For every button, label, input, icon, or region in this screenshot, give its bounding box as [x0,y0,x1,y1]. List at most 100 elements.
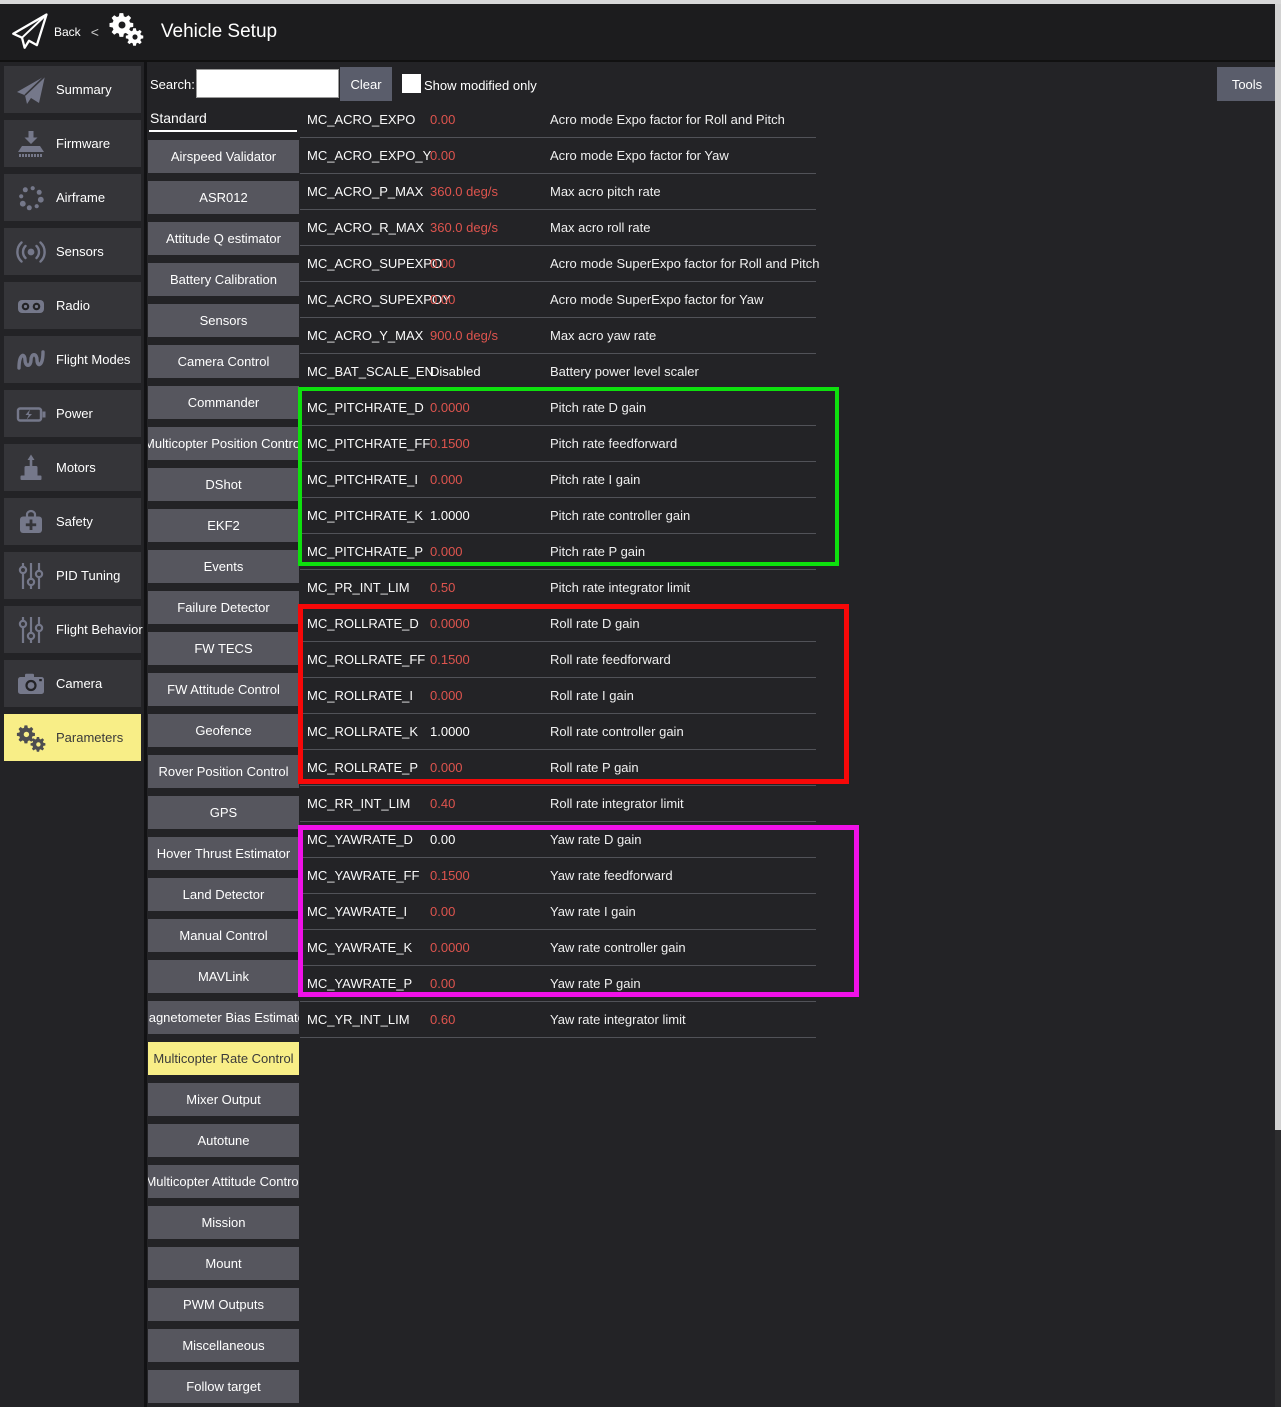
sidebar-item-label: Airframe [56,190,105,205]
param-name: MC_PITCHRATE_FF [307,436,430,451]
param-value: 0.1500 [430,868,470,883]
param-name: MC_ROLLRATE_I [307,688,413,703]
sidebar-item-label: Radio [56,298,90,313]
param-row-mc_acro_supexpo[interactable]: MC_ACRO_SUPEXPO0.00Acro mode SuperExpo f… [300,246,816,282]
group-item-land-detector[interactable]: Land Detector [148,878,299,911]
group-item-magnetometer-bias-estimator[interactable]: Magnetometer Bias Estimator [148,1001,299,1034]
group-item-pwm-outputs[interactable]: PWM Outputs [148,1288,299,1321]
param-row-mc_pitchrate_ff[interactable]: MC_PITCHRATE_FF0.1500Pitch rate feedforw… [300,426,816,462]
clear-button[interactable]: Clear [340,67,392,101]
param-name: MC_ACRO_SUPEXPO [307,256,442,271]
group-item-mount[interactable]: Mount [148,1247,299,1280]
sidebar-item-sensors[interactable]: Sensors [4,228,141,275]
param-name: MC_YAWRATE_D [307,832,413,847]
group-item-mission[interactable]: Mission [148,1206,299,1239]
param-row-mc_yawrate_d[interactable]: MC_YAWRATE_D0.00Yaw rate D gain [300,822,816,858]
param-value: 0.60 [430,1012,455,1027]
group-item-commander[interactable]: Commander [148,386,299,419]
param-row-mc_yawrate_p[interactable]: MC_YAWRATE_P0.00Yaw rate P gain [300,966,816,1002]
scrollbar-track[interactable] [1275,4,1281,1407]
search-input[interactable] [196,69,339,98]
group-item-battery-calibration[interactable]: Battery Calibration [148,263,299,296]
group-item-multicopter-rate-control[interactable]: Multicopter Rate Control [148,1042,299,1075]
firmware-icon [12,126,50,162]
group-item-miscellaneous[interactable]: Miscellaneous [148,1329,299,1362]
param-row-mc_pr_int_lim[interactable]: MC_PR_INT_LIM0.50Pitch rate integrator l… [300,570,816,606]
param-description: Pitch rate D gain [550,400,646,415]
sidebar-item-radio[interactable]: Radio [4,282,141,329]
group-item-follow-target[interactable]: Follow target [148,1370,299,1403]
sidebar-item-label: Sensors [56,244,104,259]
group-item-failure-detector[interactable]: Failure Detector [148,591,299,624]
group-item-gps[interactable]: GPS [148,796,299,829]
sidebar-item-power[interactable]: Power [4,390,141,437]
param-row-mc_yawrate_k[interactable]: MC_YAWRATE_K0.0000Yaw rate controller ga… [300,930,816,966]
motors-icon [12,450,50,486]
sidebar-item-camera[interactable]: Camera [4,660,141,707]
group-header-standard[interactable]: Standard [150,110,207,126]
group-item-hover-thrust-estimator[interactable]: Hover Thrust Estimator [148,837,299,870]
param-description: Pitch rate P gain [550,544,645,559]
group-item-camera-control[interactable]: Camera Control [148,345,299,378]
group-item-mavlink[interactable]: MAVLink [148,960,299,993]
param-row-mc_rollrate_i[interactable]: MC_ROLLRATE_I0.000Roll rate I gain [300,678,816,714]
param-row-mc_pitchrate_k[interactable]: MC_PITCHRATE_K1.0000Pitch rate controlle… [300,498,816,534]
group-item-events[interactable]: Events [148,550,299,583]
group-item-multicopter-attitude-control[interactable]: Multicopter Attitude Control [148,1165,299,1198]
group-item-geofence[interactable]: Geofence [148,714,299,747]
param-row-mc_acro_supexpoy[interactable]: MC_ACRO_SUPEXPOY0.00Acro mode SuperExpo … [300,282,816,318]
group-item-fw-tecs[interactable]: FW TECS [148,632,299,665]
sidebar-item-firmware[interactable]: Firmware [4,120,141,167]
param-row-mc_yr_int_lim[interactable]: MC_YR_INT_LIM0.60Yaw rate integrator lim… [300,1002,816,1038]
show-modified-checkbox[interactable] [402,74,421,93]
sidebar-item-label: Motors [56,460,96,475]
group-item-multicopter-position-control[interactable]: Multicopter Position Control [148,427,299,460]
param-row-mc_rr_int_lim[interactable]: MC_RR_INT_LIM0.40Roll rate integrator li… [300,786,816,822]
sidebar-item-airframe[interactable]: Airframe [4,174,141,221]
param-row-mc_rollrate_p[interactable]: MC_ROLLRATE_P0.000Roll rate P gain [300,750,816,786]
sidebar-item-flight-modes[interactable]: Flight Modes [4,336,141,383]
group-item-attitude-q-estimator[interactable]: Attitude Q estimator [148,222,299,255]
sidebar-divider [144,62,147,1407]
group-item-fw-attitude-control[interactable]: FW Attitude Control [148,673,299,706]
param-row-mc_yawrate_ff[interactable]: MC_YAWRATE_FF0.1500Yaw rate feedforward [300,858,816,894]
sidebar-item-label: Firmware [56,136,110,151]
sidebar-item-motors[interactable]: Motors [4,444,141,491]
sidebar-item-safety[interactable]: Safety [4,498,141,545]
group-item-mixer-output[interactable]: Mixer Output [148,1083,299,1116]
param-row-mc_bat_scale_en[interactable]: MC_BAT_SCALE_ENDisabledBattery power lev… [300,354,816,390]
group-item-asr012[interactable]: ASR012 [148,181,299,214]
show-modified-label: Show modified only [424,78,537,93]
group-item-sensors[interactable]: Sensors [148,304,299,337]
param-row-mc_acro_expo[interactable]: MC_ACRO_EXPO0.00Acro mode Expo factor fo… [300,102,816,138]
param-row-mc_pitchrate_d[interactable]: MC_PITCHRATE_D0.0000Pitch rate D gain [300,390,816,426]
scrollbar-thumb[interactable] [1275,4,1281,1130]
param-row-mc_pitchrate_p[interactable]: MC_PITCHRATE_P0.000Pitch rate P gain [300,534,816,570]
app-logo-plane-icon[interactable] [8,11,50,53]
group-item-rover-position-control[interactable]: Rover Position Control [148,755,299,788]
param-row-mc_acro_p_max[interactable]: MC_ACRO_P_MAX360.0 deg/sMax acro pitch r… [300,174,816,210]
group-item-ekf2[interactable]: EKF2 [148,509,299,542]
sidebar-item-label: PID Tuning [56,568,120,583]
sidebar-item-summary[interactable]: Summary [4,66,141,113]
group-item-autotune[interactable]: Autotune [148,1124,299,1157]
sidebar-item-flight-behavior[interactable]: Flight Behavior [4,606,141,653]
group-item-manual-control[interactable]: Manual Control [148,919,299,952]
param-name: MC_PITCHRATE_P [307,544,423,559]
sidebar-item-parameters[interactable]: Parameters [4,714,141,761]
param-row-mc_yawrate_i[interactable]: MC_YAWRATE_I0.00Yaw rate I gain [300,894,816,930]
param-row-mc_rollrate_d[interactable]: MC_ROLLRATE_D0.0000Roll rate D gain [300,606,816,642]
group-item-airspeed-validator[interactable]: Airspeed Validator [148,140,299,173]
param-row-mc_rollrate_k[interactable]: MC_ROLLRATE_K1.0000Roll rate controller … [300,714,816,750]
tools-button[interactable]: Tools [1217,67,1277,101]
back-button[interactable]: Back [54,25,81,39]
group-item-dshot[interactable]: DShot [148,468,299,501]
sidebar-item-pid-tuning[interactable]: PID Tuning [4,552,141,599]
param-row-mc_acro_expo_y[interactable]: MC_ACRO_EXPO_Y0.00Acro mode Expo factor … [300,138,816,174]
param-row-mc_pitchrate_i[interactable]: MC_PITCHRATE_I0.000Pitch rate I gain [300,462,816,498]
param-row-mc_rollrate_ff[interactable]: MC_ROLLRATE_FF0.1500Roll rate feedforwar… [300,642,816,678]
param-row-mc_acro_r_max[interactable]: MC_ACRO_R_MAX360.0 deg/sMax acro roll ra… [300,210,816,246]
param-row-mc_acro_y_max[interactable]: MC_ACRO_Y_MAX900.0 deg/sMax acro yaw rat… [300,318,816,354]
param-name: MC_BAT_SCALE_EN [307,364,434,379]
flight-modes-icon [12,342,50,378]
